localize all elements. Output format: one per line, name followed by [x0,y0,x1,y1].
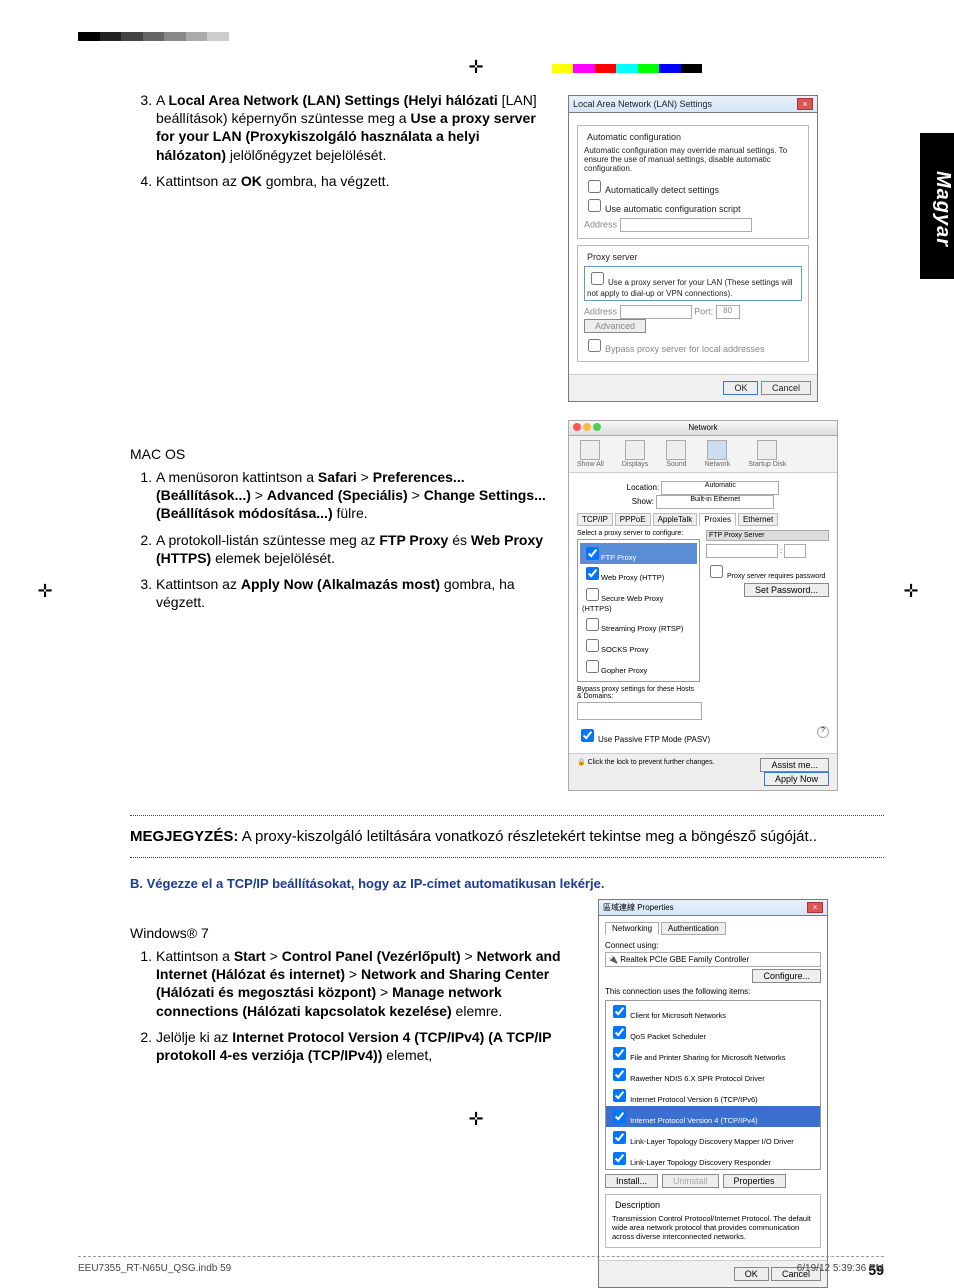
advanced-button[interactable]: Advanced [584,319,646,333]
lan-settings-window: Local Area Network (LAN) Settings× Autom… [568,95,818,402]
list-item: A menüsoron kattintson a Safari > Prefer… [156,468,550,523]
lock-icon[interactable]: 🔒 Click the lock to prevent further chan… [577,758,715,766]
language-tab: Magyar [920,133,954,279]
windows7-label: Windows® 7 [130,925,580,941]
window-title: Network [688,423,717,433]
help-icon[interactable]: ? [817,726,829,738]
close-icon[interactable]: × [797,98,813,110]
apply-now-button[interactable]: Apply Now [764,772,829,786]
list-item: Kattintson a Start > Control Panel (Vezé… [156,947,580,1020]
mac-network-window: Network Show AllDisplaysSoundNetworkStar… [568,420,838,791]
assist-button[interactable]: Assist me... [760,758,829,772]
adapter-icon: 🔌 [608,955,618,964]
list-item: A protokoll-listán szüntesse meg az FTP … [156,531,550,567]
auto-detect-checkbox[interactable] [588,180,601,193]
steps-list-1: A Local Area Network (LAN) Settings (Hel… [130,91,550,190]
list-item: A Local Area Network (LAN) Settings (Hel… [156,91,550,164]
registration-mark: ✛ [467,58,485,76]
steps-list-3: Kattintson a Start > Control Panel (Vezé… [130,947,580,1064]
install-button[interactable]: Install... [605,1174,658,1188]
configure-button[interactable]: Configure... [752,969,821,983]
registration-mark: ✛ [902,582,920,600]
page-content: Magyar A Local Area Network (LAN) Settin… [130,91,884,1288]
uninstall-button: Uninstall [662,1174,719,1188]
window-title: Local Area Network (LAN) Settings [573,99,712,109]
traffic-lights[interactable] [573,423,603,433]
use-proxy-checkbox[interactable] [591,272,604,285]
list-item: Jelölje ki az Internet Protocol Version … [156,1028,580,1064]
proxy-list[interactable]: FTP ProxyWeb Proxy (HTTP)Secure Web Prox… [577,539,700,682]
auto-script-checkbox[interactable] [588,199,601,212]
list-item: Kattintson az OK gombra, ha végzett. [156,172,550,190]
steps-list-2: A menüsoron kattintson a Safari > Prefer… [130,468,550,611]
set-password-button[interactable]: Set Password... [744,583,829,597]
connection-properties-window: 區域連線 Properties× NetworkingAuthenticatio… [598,899,828,1288]
list-item: Kattintson az Apply Now (Alkalmazás most… [156,575,550,611]
ok-button[interactable]: OK [723,381,758,395]
registration-mark: ✛ [467,1110,485,1128]
close-icon[interactable]: × [807,902,823,913]
properties-button[interactable]: Properties [723,1174,786,1188]
note-box: MEGJEGYZÉS: A proxy-kiszolgáló letiltásá… [130,815,884,858]
registration-mark: ✛ [36,582,54,600]
protocol-list[interactable]: Client for Microsoft Networks QoS Packet… [605,1000,821,1170]
section-b-title: B. Végezze el a TCP/IP beállításokat, ho… [130,876,650,891]
cancel-button[interactable]: Cancel [761,381,811,395]
window-title: 區域連線 Properties [603,902,674,913]
macos-label: MAC OS [130,446,550,462]
print-footer: EEU7355_RT-N65U_QSG.indb 59 6/19/12 5:39… [78,1256,884,1274]
